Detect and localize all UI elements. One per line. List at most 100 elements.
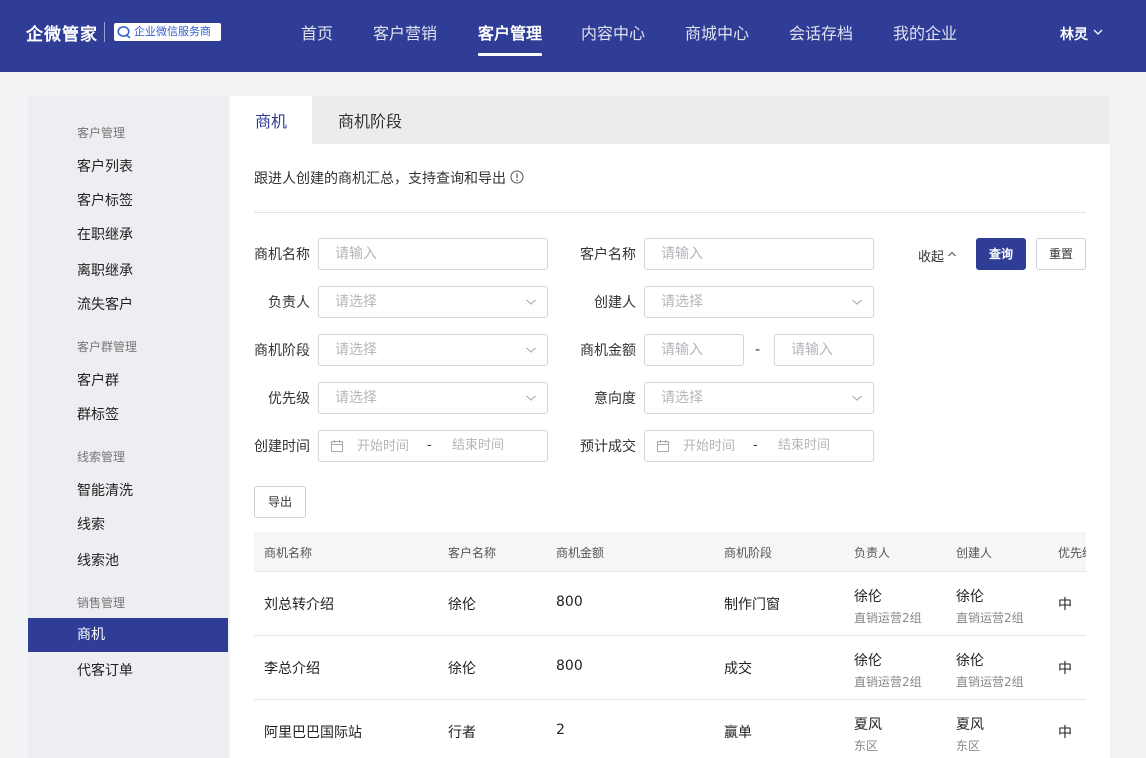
cell-creator: 徐伦 bbox=[956, 653, 984, 669]
cell-name: 刘总转介绍 bbox=[264, 597, 334, 613]
opportunity-name-placeholder: 请输入 bbox=[335, 246, 377, 262]
expected-close-end-placeholder: 结束时间 bbox=[778, 438, 831, 453]
cell-owner-dept: 直销运营2组 bbox=[854, 611, 922, 625]
amount-min-input[interactable]: 请输入 bbox=[644, 334, 744, 366]
stage-select[interactable]: 请选择 bbox=[318, 334, 548, 366]
intent-select[interactable]: 请选择 bbox=[644, 382, 874, 414]
creator-placeholder: 请选择 bbox=[661, 294, 703, 310]
top-navigation-bar: 企微管家 企业微信服务商 首页 客户营销 客户管理 内容中心 商城中心 会话存档… bbox=[0, 0, 1146, 72]
cell-owner-dept: 直销运营2组 bbox=[854, 675, 922, 689]
expected-close-start-placeholder: 开始时间 bbox=[683, 439, 736, 454]
sidebar-item-proxy-orders[interactable]: 代客订单 bbox=[28, 654, 228, 688]
divider bbox=[254, 212, 1086, 213]
cell-amount: 800 bbox=[556, 658, 583, 674]
cell-creator-dept: 东区 bbox=[956, 739, 981, 753]
create-time-separator: - bbox=[427, 438, 432, 453]
tab-opportunity-stages[interactable]: 商机阶段 bbox=[326, 96, 414, 144]
create-time-label: 创建时间 bbox=[254, 439, 310, 455]
chevron-down-icon bbox=[852, 395, 862, 401]
sidebar-item-lost-customers[interactable]: 流失客户 bbox=[28, 288, 228, 322]
cell-creator: 徐伦 bbox=[956, 589, 984, 605]
chevron-down-icon[interactable] bbox=[1092, 26, 1104, 38]
brand-logo[interactable]: 企微管家 bbox=[26, 20, 98, 45]
customer-name-placeholder: 请输入 bbox=[661, 246, 703, 262]
sidebar-group-customer: 客户管理 bbox=[77, 126, 126, 140]
table-header: 商机名称 客户名称 商机金额 商机阶段 负责人 创建人 优先级 bbox=[254, 532, 1094, 572]
chevron-up-icon[interactable] bbox=[947, 249, 957, 259]
sidebar-item-opportunities[interactable]: 商机 bbox=[28, 618, 228, 652]
sidebar-item-lead-pool[interactable]: 线索池 bbox=[28, 544, 228, 578]
priority-placeholder: 请选择 bbox=[335, 390, 377, 406]
column-header[interactable]: 商机名称 bbox=[264, 544, 312, 561]
amount-max-input[interactable]: 请输入 bbox=[774, 334, 874, 366]
cell-priority: 中 bbox=[1058, 597, 1072, 613]
nav-home[interactable]: 首页 bbox=[301, 0, 333, 72]
sidebar-item-leads[interactable]: 线索 bbox=[28, 508, 228, 542]
search-button[interactable]: 查询 bbox=[976, 238, 1026, 270]
sidebar-item-resigned-inherit[interactable]: 离职继承 bbox=[28, 254, 228, 288]
sidebar-group-leads: 线索管理 bbox=[77, 450, 126, 464]
wecom-icon bbox=[117, 26, 131, 39]
owner-placeholder: 请选择 bbox=[335, 294, 377, 310]
amount-label: 商机金额 bbox=[580, 343, 636, 359]
creator-select[interactable]: 请选择 bbox=[644, 286, 874, 318]
cell-customer: 徐伦 bbox=[448, 661, 476, 677]
sidebar-item-customer-list[interactable]: 客户列表 bbox=[28, 150, 228, 184]
info-icon[interactable] bbox=[510, 170, 524, 184]
chevron-down-icon bbox=[526, 347, 536, 353]
cell-priority: 中 bbox=[1058, 661, 1072, 677]
create-time-range[interactable]: 开始时间 - 结束时间 bbox=[318, 430, 548, 462]
reset-button[interactable]: 重置 bbox=[1036, 238, 1086, 270]
export-button[interactable]: 导出 bbox=[254, 486, 306, 518]
cell-creator-dept: 直销运营2组 bbox=[956, 611, 1024, 625]
customer-name-input[interactable]: 请输入 bbox=[644, 238, 874, 270]
nav-customer-marketing[interactable]: 客户营销 bbox=[373, 0, 437, 72]
sidebar-item-smart-clean[interactable]: 智能清洗 bbox=[28, 474, 228, 508]
table-row[interactable]: 刘总转介绍 徐伦 800 制作门窗 徐伦 直销运营2组 徐伦 直销运营2组 中 bbox=[254, 572, 1086, 636]
cell-amount: 800 bbox=[556, 594, 583, 610]
expected-close-range[interactable]: 开始时间 - 结束时间 bbox=[644, 430, 874, 462]
cell-name: 李总介绍 bbox=[264, 661, 320, 677]
chevron-down-icon bbox=[526, 299, 536, 305]
nav-mall-center[interactable]: 商城中心 bbox=[685, 0, 749, 72]
user-menu[interactable]: 林灵 bbox=[1060, 24, 1088, 44]
priority-select[interactable]: 请选择 bbox=[318, 382, 548, 414]
tab-opportunities[interactable]: 商机 bbox=[230, 96, 312, 144]
column-header[interactable]: 客户名称 bbox=[448, 544, 496, 561]
amount-min-placeholder: 请输入 bbox=[661, 342, 703, 358]
cell-stage: 赢单 bbox=[724, 725, 752, 741]
table-row[interactable]: 李总介绍 徐伦 800 成交 徐伦 直销运营2组 徐伦 直销运营2组 中 bbox=[254, 636, 1086, 700]
owner-select[interactable]: 请选择 bbox=[318, 286, 548, 318]
opportunity-name-input[interactable]: 请输入 bbox=[318, 238, 548, 270]
cell-owner: 徐伦 bbox=[854, 653, 882, 669]
cell-owner: 夏风 bbox=[854, 717, 882, 733]
column-header[interactable]: 负责人 bbox=[854, 544, 890, 561]
table-row[interactable]: 阿里巴巴国际站 行者 2 赢单 夏风 东区 夏风 东区 中 bbox=[254, 700, 1086, 758]
priority-label: 优先级 bbox=[268, 391, 310, 407]
sidebar-item-customer-tags[interactable]: 客户标签 bbox=[28, 184, 228, 218]
nav-customer-management[interactable]: 客户管理 bbox=[478, 0, 543, 72]
collapse-toggle[interactable]: 收起 bbox=[918, 246, 944, 265]
calendar-icon bbox=[331, 440, 343, 452]
page-description: 跟进人创建的商机汇总，支持查询和导出 bbox=[254, 171, 506, 187]
tab-bar: 商机 商机阶段 bbox=[230, 96, 1110, 144]
column-header[interactable]: 创建人 bbox=[956, 544, 992, 561]
sidebar: 客户管理 客户列表 客户标签 在职继承 离职继承 流失客户 客户群管理 客户群 … bbox=[28, 96, 228, 758]
calendar-icon bbox=[657, 440, 669, 452]
opportunity-name-label: 商机名称 bbox=[254, 247, 310, 263]
create-time-end-placeholder: 结束时间 bbox=[452, 438, 505, 453]
sidebar-item-customer-groups[interactable]: 客户群 bbox=[28, 364, 228, 398]
chevron-down-icon bbox=[526, 395, 536, 401]
nav-chat-archive[interactable]: 会话存档 bbox=[789, 0, 853, 72]
stage-label: 商机阶段 bbox=[254, 343, 310, 359]
sidebar-item-active-inherit[interactable]: 在职继承 bbox=[28, 218, 228, 252]
amount-max-placeholder: 请输入 bbox=[791, 342, 833, 358]
cell-stage: 制作门窗 bbox=[724, 597, 780, 613]
column-header[interactable]: 商机阶段 bbox=[724, 544, 772, 561]
column-header[interactable]: 商机金额 bbox=[556, 544, 604, 561]
nav-content-center[interactable]: 内容中心 bbox=[581, 0, 645, 72]
nav-my-enterprise[interactable]: 我的企业 bbox=[893, 0, 957, 72]
table-scroll-edge bbox=[1086, 532, 1110, 758]
cell-customer: 行者 bbox=[448, 725, 476, 741]
sidebar-item-group-tags[interactable]: 群标签 bbox=[28, 398, 228, 432]
